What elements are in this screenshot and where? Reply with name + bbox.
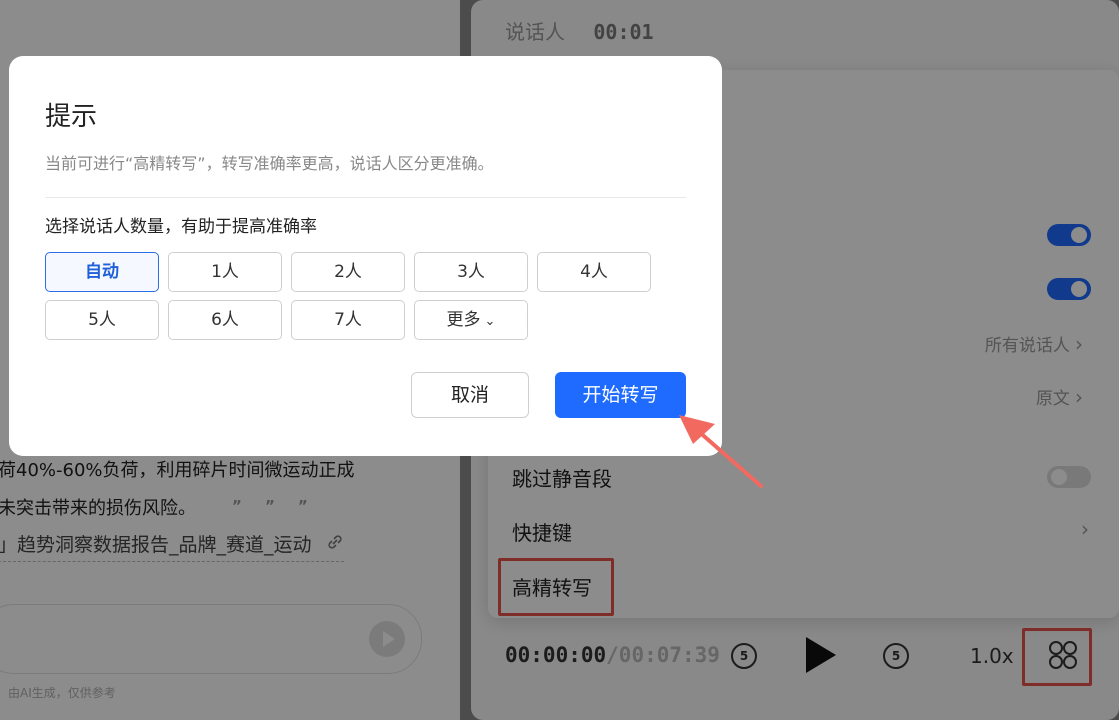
speaker-option-auto[interactable]: 自动 xyxy=(45,252,159,292)
dialog-description: 当前可进行“高精转写”，转写准确率更高，说话人区分更准确。 xyxy=(45,154,494,173)
cancel-button[interactable]: 取消 xyxy=(411,372,529,418)
speaker-option-7[interactable]: 7人 xyxy=(291,300,405,340)
annotation-arrow xyxy=(679,415,763,488)
speaker-option-3[interactable]: 3人 xyxy=(414,252,528,292)
speaker-option-2[interactable]: 2人 xyxy=(291,252,405,292)
speaker-option-4[interactable]: 4人 xyxy=(537,252,651,292)
dialog-title: 提示 xyxy=(45,102,98,132)
more-label: 更多 xyxy=(446,310,481,330)
start-transcription-button[interactable]: 开始转写 xyxy=(555,372,686,418)
speaker-option-5[interactable]: 5人 xyxy=(45,300,159,340)
dialog-divider xyxy=(45,197,686,198)
speaker-count-subtitle: 选择说话人数量，有助于提高准确率 xyxy=(45,217,317,237)
chevron-down-icon: ⌄ xyxy=(484,314,496,329)
speaker-option-1[interactable]: 1人 xyxy=(168,252,282,292)
speaker-option-more[interactable]: 更多 ⌄ xyxy=(414,300,528,340)
speaker-option-6[interactable]: 6人 xyxy=(168,300,282,340)
prompt-dialog: 提示 当前可进行“高精转写”，转写准确率更高，说话人区分更准确。 选择说话人数量… xyxy=(9,56,722,456)
